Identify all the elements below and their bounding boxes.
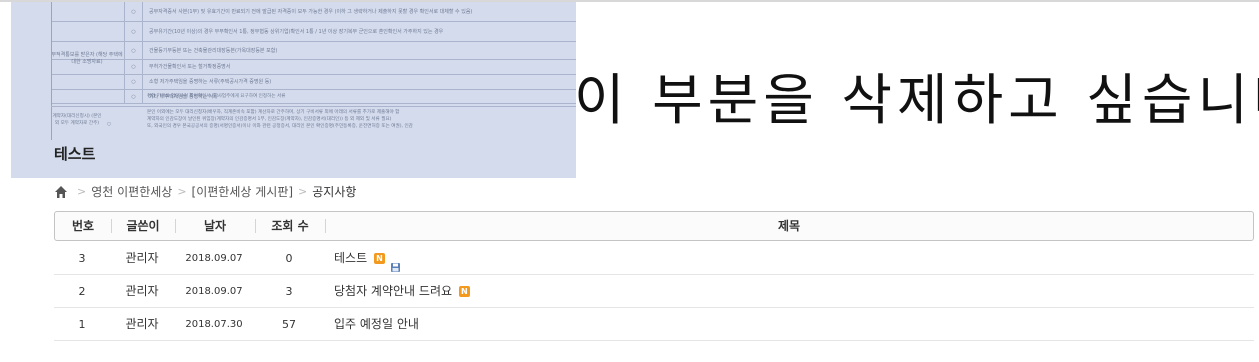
document-row: ○ 무허가건물확인서 또는 철거확정증명서 <box>52 60 576 75</box>
home-icon[interactable] <box>54 185 68 199</box>
document-bottom-text: 본인 이외에는 모두 대리신청자(배우자, 직계존비속 포함) 계산자로 간주하… <box>147 109 413 130</box>
row-writer[interactable]: 관리자 <box>110 242 174 275</box>
check-mark: ○ <box>124 60 142 74</box>
document-bottom-line: 본인 이외에는 모두 대리신청자(배우자, 직계존비속 포함) 계산자로 간주하… <box>147 110 400 115</box>
post-link[interactable]: 입주 예정일 안내 <box>334 317 419 331</box>
document-row-text: 무허가건물확인서 또는 철거확정증명서 <box>142 60 576 74</box>
column-header-date: 날자 <box>203 219 227 233</box>
document-side-label: 부적격통보를 받은자 (해당 주택에 대한 소명자료) <box>51 52 123 65</box>
new-badge-icon: N <box>373 253 385 264</box>
column-header-views: 조회 수 <box>271 219 309 233</box>
table-row: 1 관리자 2018.07.30 57 입주 예정일 안내 <box>54 308 1254 341</box>
document-bottom-section: ○ 취업 기관의 업당사실 확인확인서 중 사업주에게 요구하여 인정하는 서류… <box>51 94 576 146</box>
row-subject: 입주 예정일 안내 <box>334 308 1234 341</box>
breadcrumb-item[interactable]: [이편한세상 게시판] <box>192 183 294 200</box>
annotation-text: 이 부분을 삭제하고 싶습니다 <box>574 68 1259 132</box>
row-writer[interactable]: 관리자 <box>110 275 174 308</box>
document-row: ○ 소형 저가주택임을 증명하는 서류(주택공시가격 증명원 등) <box>52 75 576 90</box>
new-badge-icon: N <box>458 286 470 297</box>
column-header-subject: 제목 <box>777 219 801 233</box>
column-header-num: 번호 <box>71 219 95 233</box>
chevron-right-icon: > <box>298 185 308 198</box>
row-num: 1 <box>78 318 86 331</box>
row-writer[interactable]: 관리자 <box>110 308 174 341</box>
row-views: 0 <box>285 252 293 265</box>
row-views: 3 <box>285 285 293 298</box>
chevron-right-icon: > <box>77 185 87 198</box>
check-mark: ○ <box>124 2 142 21</box>
check-mark: ○ <box>124 75 142 89</box>
row-date: 2018.09.07 <box>185 253 243 264</box>
document-row-text: 취업 기관의 업당사실 확인확인서 중 사업주에게 요구하여 인정하는 서류 <box>147 94 286 99</box>
document-row-text: 건물등기부등본 또는 건축물관리대장등본(가옥대장등본 포함) <box>142 42 576 59</box>
breadcrumb-item[interactable]: 영천 이편한세상 <box>91 183 172 200</box>
document-row: ○ 공부유기간(10년 이상)의 경우 부부확인서 1통, 정부협동 상위기업(… <box>52 22 576 42</box>
document-row-text: 소형 저가주택임을 증명하는 서류(주택공시가격 증명원 등) <box>142 75 576 89</box>
document-row-text: 공부유기간(10년 이상)의 경우 부부확인서 1통, 정부협동 상위기업(확인… <box>142 22 576 41</box>
row-date: 2018.09.07 <box>185 286 243 297</box>
post-title: 테스트 <box>54 145 96 163</box>
document-bottom-label: 계약자(대리신청시) (본인 외 모두 계약자로 간주) <box>52 114 102 126</box>
check-mark: ○ <box>124 42 142 59</box>
document-bottom-line: 또, 외국인의 경우 본국공공서의 증명(서명인증서)이나 이와 관련 공정증서… <box>147 124 413 129</box>
post-link[interactable]: 당첨자 계약안내 드려요 <box>334 284 452 298</box>
document-row: ○ 기타 무주택자임을 증명하는 서류 <box>52 90 576 104</box>
document-row: ○ 공부자격증서 사본(1부) 및 유효기간이 만료되기 전에 발급된 자격증이… <box>52 2 576 22</box>
file-icon <box>390 253 401 272</box>
document-row-text: 공부자격증서 사본(1부) 및 유효기간이 만료되기 전에 발급된 자격증이 모… <box>142 2 576 21</box>
row-views: 57 <box>282 318 296 331</box>
document-row: ○ 건물등기부등본 또는 건축물관리대장등본(가옥대장등본 포함) <box>52 42 576 60</box>
row-subject: 테스트 N <box>334 242 1234 275</box>
row-subject: 당첨자 계약안내 드려요 N <box>334 275 1234 308</box>
row-num: 3 <box>78 252 86 265</box>
table-row: 3 관리자 2018.09.07 0 테스트 N <box>54 242 1254 275</box>
check-mark: ○ <box>124 90 142 103</box>
board-header: 번호 글쓴이 날자 조회 수 제목 <box>54 211 1254 241</box>
table-row: 2 관리자 2018.09.07 3 당첨자 계약안내 드려요 N <box>54 275 1254 308</box>
breadcrumb: > 영천 이편한세상 > [이편한세상 게시판] > 공지사항 <box>54 183 356 200</box>
post-link[interactable]: 테스트 <box>334 251 367 265</box>
row-date: 2018.07.30 <box>185 319 243 330</box>
check-mark: ○ <box>124 22 142 41</box>
check-mark: ○ <box>107 122 112 127</box>
row-num: 2 <box>78 285 86 298</box>
column-header-writer: 글쓴이 <box>126 219 160 233</box>
chevron-right-icon: > <box>177 185 187 198</box>
breadcrumb-current: 공지사항 <box>312 185 357 199</box>
document-bottom-line: 계약자의 인감도장이 날인된 위임장(계약자의 인감증명서 1부, 인감도장(계… <box>147 117 392 122</box>
embedded-document-image: ○ 공부자격증서 사본(1부) 및 유효기간이 만료되기 전에 발급된 자격증이… <box>11 2 576 178</box>
